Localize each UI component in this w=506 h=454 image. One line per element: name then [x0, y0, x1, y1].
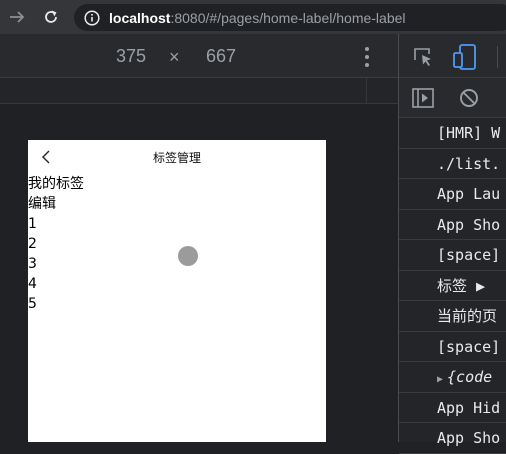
reload-button[interactable] — [36, 0, 66, 34]
dimension-separator: × — [169, 47, 180, 67]
address-bar[interactable]: localhost:8080/#/pages/home-label/home-l… — [74, 4, 506, 31]
label-item[interactable]: 4 — [28, 274, 326, 294]
touch-cursor — [178, 246, 198, 266]
inspect-element-icon[interactable] — [411, 45, 435, 69]
toolbar-divider — [497, 46, 498, 68]
url-path: :8080/#/pages/home-label/home-label — [170, 9, 406, 26]
console-toolbar — [399, 78, 506, 118]
more-options-icon[interactable] — [361, 45, 373, 69]
label-item[interactable]: 5 — [28, 294, 326, 314]
sidebar-toggle-icon[interactable] — [411, 87, 435, 109]
url-host: localhost — [109, 9, 171, 26]
page-title: 标签管理 — [152, 151, 201, 165]
console-line[interactable]: [HMR] W — [399, 118, 506, 149]
expand-triangle-icon[interactable]: ▶ — [437, 374, 443, 385]
console-line[interactable]: 当前的页 — [399, 301, 506, 332]
console-line[interactable]: [space] — [399, 332, 506, 362]
console-line[interactable]: 标签 ▶ — [399, 271, 506, 301]
console-line[interactable]: App Hid — [399, 393, 506, 423]
phone-navbar: 标签管理 — [28, 140, 326, 174]
console-line[interactable]: App Sho — [399, 210, 506, 240]
console-line[interactable]: App Lau — [399, 179, 506, 210]
browser-toolbar: localhost:8080/#/pages/home-label/home-l… — [0, 0, 506, 34]
forward-arrow-icon — [10, 11, 25, 23]
label-item[interactable]: 2 — [28, 234, 326, 254]
console-object-line[interactable]: ▶ {code — [399, 362, 506, 393]
console-line[interactable]: App Sho — [399, 423, 506, 454]
label-item[interactable]: 1 — [28, 214, 326, 234]
device-height-field[interactable]: 667 — [206, 46, 236, 67]
device-toggle-icon[interactable] — [453, 43, 477, 71]
my-labels-heading: 我的标签 — [28, 176, 84, 192]
media-query-ruler — [0, 78, 398, 104]
reload-icon — [45, 10, 57, 23]
forward-button[interactable] — [2, 0, 32, 34]
console-line[interactable]: ./list. — [399, 149, 506, 179]
url-text: localhost:8080/#/pages/home-label/home-l… — [109, 10, 406, 26]
device-toolbar: 375 × 667 — [0, 34, 398, 78]
console-object-text: {code — [447, 368, 493, 386]
devtools-toolbar — [399, 34, 506, 78]
phone-content: 我的标签 编辑 1 2 3 4 5 — [28, 174, 326, 314]
devtools-panel: [HMR] W ./list. App Lau App Sho [space] … — [398, 34, 506, 454]
clear-console-icon[interactable] — [457, 87, 481, 109]
info-icon[interactable] — [84, 9, 100, 26]
phone-viewport: 标签管理 我的标签 编辑 1 2 3 4 5 — [28, 140, 326, 442]
console-log: [HMR] W ./list. App Lau App Sho [space] … — [399, 118, 506, 454]
edit-link[interactable]: 编辑 — [28, 194, 326, 214]
console-line[interactable]: [space] — [399, 240, 506, 271]
device-width-field[interactable]: 375 — [116, 46, 146, 67]
label-item[interactable]: 3 — [28, 254, 326, 274]
